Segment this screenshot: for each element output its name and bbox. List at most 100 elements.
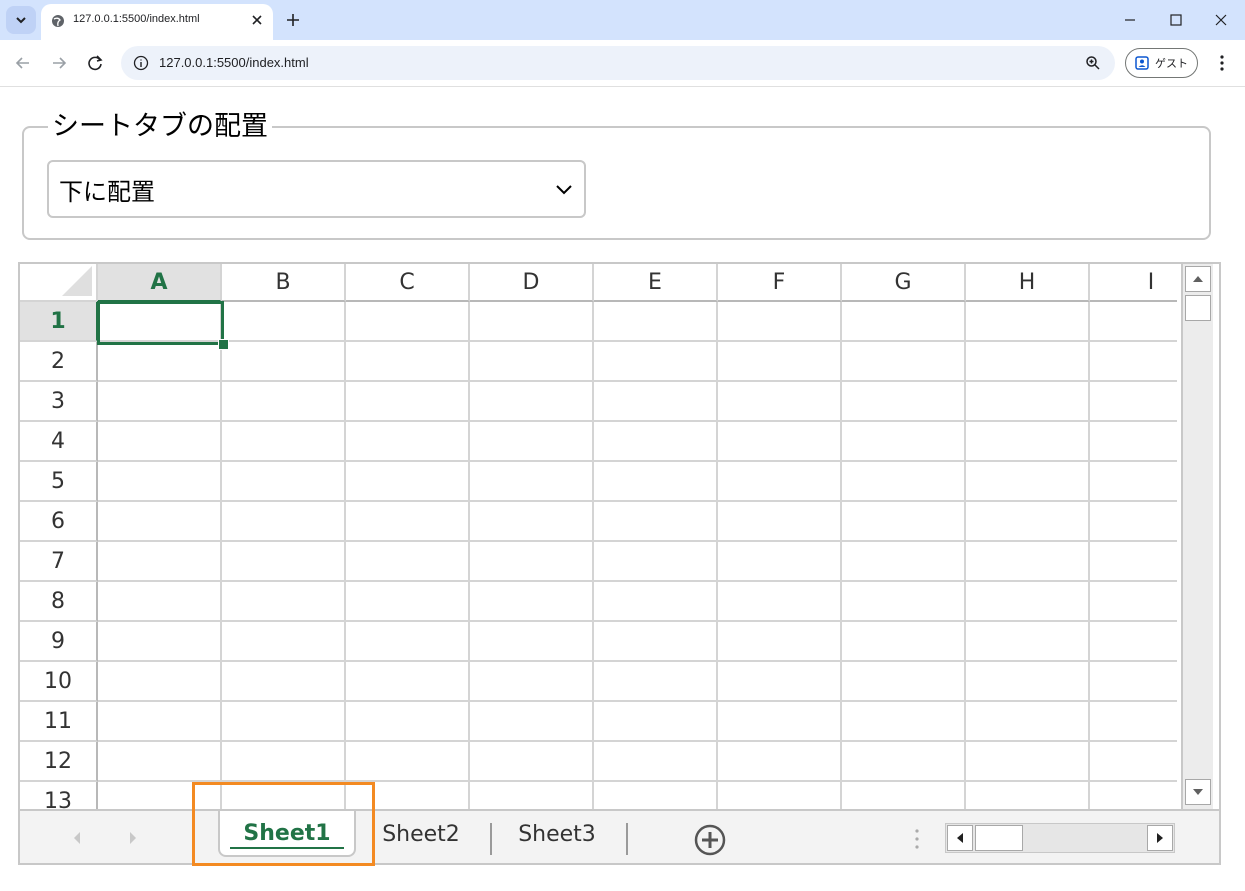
grid-cell[interactable] [98, 702, 222, 742]
grid-cell[interactable] [1090, 302, 1177, 342]
grid-cell[interactable] [1090, 342, 1177, 382]
row-header[interactable]: 13 [20, 782, 98, 809]
grid-cell[interactable] [98, 742, 222, 782]
grid-cell[interactable] [346, 502, 470, 542]
maximize-icon[interactable] [1166, 10, 1186, 30]
grid-cell[interactable] [842, 342, 966, 382]
grid-cell[interactable] [842, 702, 966, 742]
grid-cell[interactable] [98, 462, 222, 502]
grid-cell[interactable] [966, 542, 1090, 582]
grid-cell[interactable] [594, 582, 718, 622]
grid-cell[interactable] [346, 742, 470, 782]
grid-cell[interactable] [222, 622, 346, 662]
grid-cell[interactable] [222, 702, 346, 742]
minimize-icon[interactable] [1120, 10, 1140, 30]
row-header[interactable]: 11 [20, 702, 98, 742]
grid-cell[interactable] [470, 782, 594, 809]
add-sheet-icon[interactable] [693, 823, 727, 857]
grid-cell[interactable] [594, 462, 718, 502]
grid-cell[interactable] [98, 542, 222, 582]
grid-cell[interactable] [346, 782, 470, 809]
row-header[interactable]: 5 [20, 462, 98, 502]
grid-cell[interactable] [594, 702, 718, 742]
sheet-tab-sheet1[interactable]: Sheet1 [218, 811, 356, 857]
grid-cell[interactable] [842, 782, 966, 809]
grid-cell[interactable] [470, 742, 594, 782]
grid-cell[interactable] [842, 382, 966, 422]
row-header[interactable]: 8 [20, 582, 98, 622]
grid-cell[interactable] [1090, 382, 1177, 422]
grid-cell[interactable] [222, 302, 346, 342]
grid-cell[interactable] [98, 342, 222, 382]
grid-cell[interactable] [842, 302, 966, 342]
grid-cell[interactable] [346, 302, 470, 342]
tab-placement-select[interactable]: 下に配置 [47, 160, 586, 218]
next-sheet-icon[interactable] [128, 831, 138, 845]
grid-cell[interactable] [594, 622, 718, 662]
grid-cell[interactable] [966, 502, 1090, 542]
grid-cell[interactable] [98, 662, 222, 702]
grid-cell[interactable] [966, 382, 1090, 422]
cell-grid[interactable]: A B C D E F G H I 1 2 3 4 5 6 7 8 9 10 11 12 13 [20, 264, 1177, 809]
grid-cell[interactable] [966, 742, 1090, 782]
row-header[interactable]: 2 [20, 342, 98, 382]
grid-cell[interactable] [842, 582, 966, 622]
grid-cell[interactable] [594, 542, 718, 582]
column-header[interactable]: H [966, 264, 1090, 302]
grid-cell[interactable] [594, 422, 718, 462]
grid-cell[interactable] [346, 382, 470, 422]
grid-cell[interactable] [718, 662, 842, 702]
grid-cell[interactable] [470, 422, 594, 462]
grid-cell[interactable] [966, 702, 1090, 742]
grid-cell[interactable] [1090, 782, 1177, 809]
grid-cell[interactable] [718, 382, 842, 422]
scroll-up-button[interactable] [1185, 266, 1211, 292]
zoom-icon[interactable] [1085, 55, 1101, 71]
back-arrow-icon[interactable] [12, 52, 34, 74]
grid-cell[interactable] [966, 622, 1090, 662]
column-header[interactable]: A [98, 264, 222, 302]
column-header[interactable]: D [470, 264, 594, 302]
grid-cell[interactable] [594, 502, 718, 542]
sheet-tab-sheet2[interactable]: Sheet2 [370, 811, 472, 857]
grid-cell[interactable] [718, 702, 842, 742]
grid-cell[interactable] [594, 742, 718, 782]
previous-sheet-icon[interactable] [72, 831, 82, 845]
row-header[interactable]: 6 [20, 502, 98, 542]
row-header[interactable]: 9 [20, 622, 98, 662]
grid-cell[interactable] [1090, 662, 1177, 702]
grid-cell[interactable] [346, 582, 470, 622]
grid-cell[interactable] [718, 462, 842, 502]
scroll-left-button[interactable] [947, 825, 973, 851]
grid-cell[interactable] [222, 582, 346, 622]
browser-tab[interactable]: 127.0.0.1:5500/index.html [41, 4, 273, 40]
grid-cell[interactable] [222, 542, 346, 582]
grid-cell[interactable] [966, 662, 1090, 702]
row-header[interactable]: 3 [20, 382, 98, 422]
grid-cell[interactable] [842, 502, 966, 542]
grid-cell[interactable] [594, 342, 718, 382]
fill-handle[interactable] [218, 339, 229, 350]
profile-button[interactable]: ゲスト [1125, 48, 1198, 78]
new-tab-icon[interactable] [282, 9, 304, 31]
column-header[interactable]: G [842, 264, 966, 302]
grid-cell[interactable] [966, 302, 1090, 342]
grid-cell[interactable] [966, 462, 1090, 502]
grid-cell[interactable] [842, 622, 966, 662]
grid-cell[interactable] [718, 742, 842, 782]
grid-cell[interactable] [346, 422, 470, 462]
site-info-icon[interactable] [133, 55, 149, 71]
grid-cell[interactable] [98, 782, 222, 809]
sheet-tab-sheet3[interactable]: Sheet3 [506, 811, 608, 857]
grid-cell[interactable] [98, 582, 222, 622]
grid-cell[interactable] [98, 382, 222, 422]
grid-cell[interactable] [1090, 742, 1177, 782]
grid-cell[interactable] [1090, 542, 1177, 582]
column-header[interactable]: C [346, 264, 470, 302]
grid-cell[interactable] [1090, 502, 1177, 542]
grid-cell[interactable] [1090, 622, 1177, 662]
grid-cell[interactable] [470, 622, 594, 662]
forward-arrow-icon[interactable] [48, 52, 70, 74]
grid-cell[interactable] [222, 422, 346, 462]
grid-cell[interactable] [346, 662, 470, 702]
